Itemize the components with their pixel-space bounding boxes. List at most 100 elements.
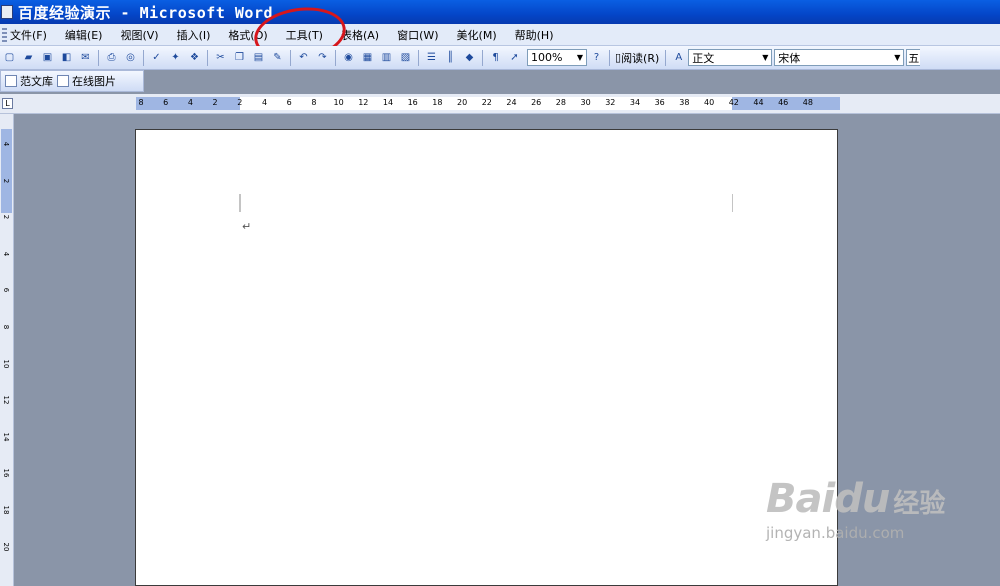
ruler-tick-label: 40 xyxy=(704,98,715,107)
columns-icon[interactable]: ☰ xyxy=(424,50,439,65)
undo-icon[interactable]: ↶ xyxy=(296,50,311,65)
redo-icon[interactable]: ↷ xyxy=(315,50,330,65)
menu-edit[interactable]: 编辑(E) xyxy=(65,27,103,43)
ruler-tick-label: 12 xyxy=(2,395,10,405)
format-painter-icon[interactable]: ✎ xyxy=(270,50,285,65)
vertical-ruler[interactable]: 4 2 2 4 6 8 10 12 14 16 18 20 xyxy=(0,114,14,586)
chevron-down-icon[interactable]: ▼ xyxy=(891,50,903,65)
copy-icon[interactable]: ❐ xyxy=(232,50,247,65)
style-combo[interactable]: 正文 ▼ xyxy=(688,49,773,66)
ruler-tick-label: 2 xyxy=(237,98,243,107)
title-bar: 百度经验演示 - Microsoft Word xyxy=(0,0,1000,24)
ruler-tick-label: 38 xyxy=(679,98,690,107)
spelling-icon[interactable]: ✓ xyxy=(149,50,164,65)
menu-beautify[interactable]: 美化(M) xyxy=(457,27,497,43)
chevron-down-icon[interactable]: ▼ xyxy=(759,50,771,65)
toolbar-separator xyxy=(665,49,667,66)
online-images-label: 在线图片 xyxy=(72,75,116,88)
ruler-tick-label: 2 xyxy=(2,178,10,183)
menu-bar: 文件(F) 编辑(E) 视图(V) 插入(I) 格式(O) 工具(T) 表格(A… xyxy=(0,24,1000,46)
menu-window[interactable]: 窗口(W) xyxy=(397,27,438,43)
ruler-tick-label: 14 xyxy=(2,432,10,442)
ruler-tick-label: 34 xyxy=(629,98,641,107)
research-book-icon[interactable]: ❖ xyxy=(187,50,202,65)
pointer-icon[interactable]: ➚ xyxy=(507,50,522,65)
template-library-button[interactable]: 范文库 xyxy=(5,73,53,89)
ruler-tick-label: 4 xyxy=(2,141,10,147)
open-icon[interactable]: ▰ xyxy=(21,50,36,65)
paste-icon[interactable]: ▤ xyxy=(251,50,266,65)
document-icon xyxy=(5,75,17,87)
ruler-tick-label: 16 xyxy=(407,98,418,107)
ruler-tick-label: 8 xyxy=(2,324,10,330)
toolbar-separator xyxy=(143,49,144,66)
print-icon[interactable]: ⎙ xyxy=(104,50,119,65)
ruler-tick-label: 24 xyxy=(506,98,517,107)
print-preview-icon[interactable]: ◎ xyxy=(123,50,138,65)
extras-toolbar: 范文库 在线图片 xyxy=(0,70,144,92)
ruler-tick-label: 8 xyxy=(138,98,144,107)
zoom-combo[interactable]: 100% ▼ xyxy=(527,49,587,66)
ruler-tick-label: 22 xyxy=(481,98,492,107)
drawing-icon[interactable]: ║ xyxy=(443,50,458,65)
ruler-tick-label: 32 xyxy=(605,98,616,107)
watermark-url: jingyan.baidu.com xyxy=(766,524,905,542)
font-combo[interactable]: 宋体 ▼ xyxy=(774,49,905,66)
insert-table-icon[interactable]: ▥ xyxy=(379,50,394,65)
ruler-tick-label: 26 xyxy=(531,98,542,107)
toolbar-separator xyxy=(335,49,336,66)
permission-icon[interactable]: ◧ xyxy=(59,50,74,65)
ruler-tick-label: 8 xyxy=(311,98,317,107)
horizontal-ruler-area: L 8 6 4 2 2 4 6 8 10 12 14 16 18 20 22 24 26 28 30 32 34 36 38… xyxy=(0,94,1000,114)
font-size-combo[interactable]: 五 xyxy=(906,49,921,66)
word-app-icon[interactable] xyxy=(1,5,13,19)
font-value: 宋体 xyxy=(778,51,801,65)
research-icon[interactable]: ✦ xyxy=(168,50,183,65)
horizontal-ruler[interactable]: 8 6 4 2 2 4 6 8 10 12 14 16 18 20 22 24 26 28 30 32 34 36 38 40… xyxy=(136,97,840,110)
read-button[interactable]: ▯ 阅读(R) xyxy=(615,50,659,66)
save-icon[interactable]: ▣ xyxy=(40,50,55,65)
online-images-button[interactable]: 在线图片 xyxy=(57,73,116,89)
ruler-tick-label: 48 xyxy=(802,98,813,107)
ruler-tick-label: 6 xyxy=(163,98,169,107)
template-library-label: 范文库 xyxy=(20,75,53,88)
ruler-tick-label: 18 xyxy=(2,505,10,515)
margin-corner-top-left xyxy=(239,194,241,212)
toolbar-separator xyxy=(609,49,610,66)
menu-table[interactable]: 表格(A) xyxy=(341,27,379,43)
menu-help[interactable]: 帮助(H) xyxy=(515,27,554,43)
menu-view[interactable]: 视图(V) xyxy=(120,27,158,43)
ruler-tick-label: 14 xyxy=(382,98,394,107)
ruler-tick-label: 2 xyxy=(2,214,10,220)
baidu-watermark: Baidu 经验 jingyan.baidu.com xyxy=(766,476,966,566)
styles-formatting-icon[interactable]: A xyxy=(671,50,686,65)
ruler-tick-label: 30 xyxy=(580,98,591,107)
menubar-grip-icon[interactable] xyxy=(2,27,7,42)
new-document-icon[interactable]: ▢ xyxy=(2,50,17,65)
help-icon[interactable]: ? xyxy=(589,50,604,65)
ruler-tick-label: 42 xyxy=(728,98,739,107)
menu-file[interactable]: 文件(F) xyxy=(10,27,47,43)
document-page[interactable]: ↵ xyxy=(135,129,838,586)
hyperlink-icon[interactable]: ◉ xyxy=(341,50,356,65)
ruler-tick-label: 10 xyxy=(2,359,10,369)
toolbar-separator xyxy=(290,49,291,66)
tab-selector-icon[interactable]: L xyxy=(2,98,13,109)
insert-excel-icon[interactable]: ▧ xyxy=(398,50,413,65)
toolbar-separator xyxy=(482,49,483,66)
document-map-icon[interactable]: ◆ xyxy=(462,50,477,65)
chevron-down-icon[interactable]: ▼ xyxy=(574,50,586,65)
ruler-tick-label: 6 xyxy=(2,288,10,293)
menu-insert[interactable]: 插入(I) xyxy=(177,27,211,43)
ruler-tick-label: 10 xyxy=(333,98,344,107)
ruler-tick-label: 4 xyxy=(187,98,193,107)
ruler-tick-label: 44 xyxy=(753,98,764,107)
show-hide-icon[interactable]: ¶ xyxy=(488,50,503,65)
zoom-value: 100% xyxy=(531,51,563,64)
paragraph-mark: ↵ xyxy=(242,220,252,233)
cut-icon[interactable]: ✂ xyxy=(213,50,228,65)
tables-borders-icon[interactable]: ▦ xyxy=(360,50,375,65)
email-icon[interactable]: ✉ xyxy=(78,50,93,65)
ruler-tick-label: 16 xyxy=(2,468,10,478)
toolbar-separator xyxy=(418,49,419,66)
